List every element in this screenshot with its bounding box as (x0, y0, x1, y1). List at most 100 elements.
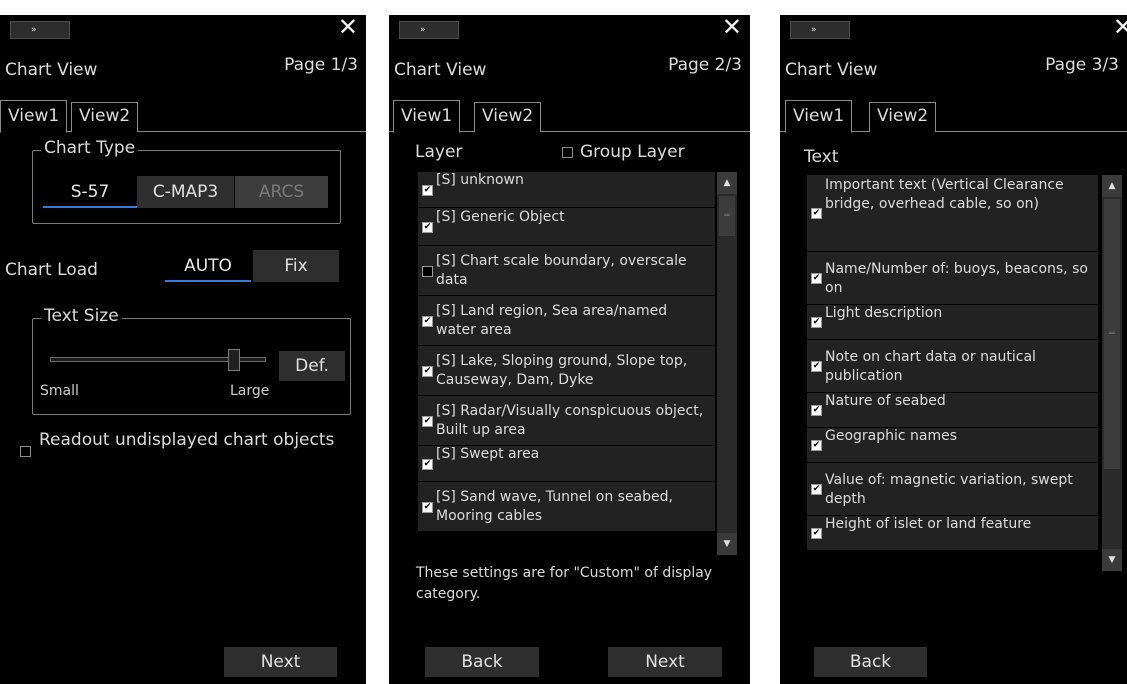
checked-checkbox-icon[interactable]: ✔ (811, 528, 822, 539)
text-section-label: Text (804, 147, 839, 167)
text-option-row[interactable]: ✔ Value of: magnetic variation, swept dep… (807, 463, 1098, 516)
checked-checkbox-icon[interactable]: ✔ (422, 459, 433, 470)
layer-label: [S] Land region, Sea area/named water ar… (436, 303, 668, 338)
page-indicator: Page 1/3 (284, 55, 358, 75)
scroll-down-icon[interactable]: ▼ (717, 533, 737, 555)
tab-view2[interactable]: View2 (869, 102, 937, 132)
chart-load-auto-button[interactable]: AUTO (165, 250, 251, 282)
layer-row[interactable]: ✔ [S] Lake, Sloping ground, Slope top, Ca… (418, 346, 715, 396)
group-layer-checkbox[interactable] (562, 147, 573, 158)
text-list-scrollbar[interactable]: ▲ ═ ▼ (1102, 175, 1122, 571)
text-option-row[interactable]: ✔ Nature of seabed (807, 393, 1098, 428)
chart-load-label: Chart Load (5, 260, 98, 280)
back-button[interactable]: Back (425, 647, 539, 677)
checked-checkbox-icon[interactable]: ✔ (811, 405, 822, 416)
checked-checkbox-icon[interactable]: ✔ (811, 317, 822, 328)
chart-type-legend: Chart Type (41, 138, 139, 158)
text-option-row[interactable]: ✔ Important text (Vertical Clearance brid… (807, 175, 1098, 252)
tab-view1[interactable]: View1 (0, 100, 68, 133)
text-option-label: Name/Number of: buoys, beacons, so on (825, 261, 1088, 296)
layer-list: ✔ [S] unknown ✔ [S] Generic Object [S] Chart… (418, 172, 715, 555)
text-option-row[interactable]: ✔ Note on chart data or nautical publicat… (807, 340, 1098, 393)
layer-label: [S] Sand wave, Tunnel on seabed, Mooring… (436, 489, 673, 524)
layer-row[interactable]: ✔ [S] unknown (418, 172, 715, 208)
text-option-row[interactable]: ✔ Height of islet or land feature (807, 516, 1098, 551)
back-button[interactable]: Back (814, 647, 927, 677)
checked-checkbox-icon[interactable]: ✔ (811, 273, 822, 284)
expand-button[interactable]: » (790, 21, 850, 39)
panel-topbar: » ✕ (780, 13, 1127, 43)
readout-label: Readout undisplayed chart objects (39, 430, 335, 450)
close-icon[interactable]: ✕ (338, 13, 358, 41)
layer-label: [S] Lake, Sloping ground, Slope top, Cau… (436, 353, 688, 388)
chart-load-fix-button[interactable]: Fix (253, 250, 339, 282)
text-option-row[interactable]: ✔ Light description (807, 305, 1098, 340)
group-layer-label: Group Layer (580, 142, 685, 162)
layer-row[interactable]: ✔ [S] Radar/Visually conspicuous object, … (418, 396, 715, 446)
text-options-list: ✔ Important text (Vertical Clearance brid… (807, 175, 1098, 571)
checked-checkbox-icon[interactable]: ✔ (811, 484, 822, 495)
layer-list-scrollbar[interactable]: ▲ ═ ▼ (717, 172, 737, 555)
layer-label: [S] Radar/Visually conspicuous object, B… (436, 403, 704, 438)
checked-checkbox-icon[interactable]: ✔ (422, 416, 433, 427)
page-indicator: Page 3/3 (1045, 55, 1119, 75)
layer-label: [S] Generic Object (436, 209, 565, 225)
view-tabs: View1 View2 (0, 100, 366, 133)
chart-type-arcs-button: ARCS (235, 176, 328, 208)
chart-type-s57-button[interactable]: S-57 (43, 176, 137, 208)
unchecked-checkbox-icon[interactable] (422, 266, 433, 277)
layer-row[interactable]: ✔ [S] Swept area (418, 446, 715, 482)
chart-view-panel-page-2: » ✕ Chart View Page 2/3 View1 View2 Laye… (389, 13, 750, 684)
scrollbar-thumb[interactable]: ═ (1104, 199, 1120, 469)
layer-row[interactable]: [S] Chart scale boundary, overscale data (418, 246, 715, 296)
text-option-label: Note on chart data or nautical publicati… (825, 349, 1036, 384)
checked-checkbox-icon[interactable]: ✔ (422, 502, 433, 513)
scroll-up-icon[interactable]: ▲ (1102, 175, 1122, 197)
checked-checkbox-icon[interactable]: ✔ (422, 316, 433, 327)
checked-checkbox-icon[interactable]: ✔ (811, 208, 822, 219)
close-icon[interactable]: ✕ (722, 13, 742, 41)
text-size-slider-handle[interactable] (228, 349, 240, 371)
layer-row[interactable]: ✔ [S] Land region, Sea area/named water a… (418, 296, 715, 346)
text-option-label: Light description (825, 305, 943, 321)
tab-view1[interactable]: View1 (393, 100, 461, 133)
layer-row[interactable]: ✔ [S] Sand wave, Tunnel on seabed, Moorin… (418, 482, 715, 532)
scrollbar-thumb[interactable]: ═ (719, 196, 735, 236)
expand-button[interactable]: » (399, 21, 459, 39)
next-button[interactable]: Next (224, 647, 337, 677)
close-icon[interactable]: ✕ (1113, 13, 1127, 41)
view-tabs: View1 View2 (780, 100, 1127, 133)
double-chevron-icon: » (420, 25, 425, 35)
checked-checkbox-icon[interactable]: ✔ (811, 440, 822, 451)
tab-view2[interactable]: View2 (474, 102, 542, 132)
text-option-row[interactable]: ✔ Geographic names (807, 428, 1098, 463)
layer-label: [S] unknown (436, 172, 524, 188)
checked-checkbox-icon[interactable]: ✔ (422, 366, 433, 377)
text-size-group: Text Size Def. Small Large (32, 306, 351, 415)
panel-title: Chart View (394, 60, 487, 80)
expand-button[interactable]: » (10, 21, 70, 39)
layer-label: [S] Chart scale boundary, overscale data (436, 253, 687, 288)
double-chevron-icon: » (31, 25, 36, 35)
checked-checkbox-icon[interactable]: ✔ (422, 185, 433, 196)
scroll-up-icon[interactable]: ▲ (717, 172, 737, 194)
view-tabs: View1 View2 (389, 100, 750, 133)
chart-view-panel-page-3: » ✕ Chart View Page 3/3 View1 View2 Text… (780, 13, 1127, 684)
text-size-legend: Text Size (41, 306, 122, 326)
chart-view-panel-page-1: » ✕ Chart View Page 1/3 View1 View2 Char… (0, 13, 366, 684)
tab-view2[interactable]: View2 (71, 102, 139, 132)
slider-min-label: Small (40, 383, 79, 399)
checked-checkbox-icon[interactable]: ✔ (422, 222, 433, 233)
layer-row[interactable]: ✔ [S] Generic Object (418, 208, 715, 246)
default-text-size-button[interactable]: Def. (279, 351, 345, 381)
text-option-label: Important text (Vertical Clearance bridg… (825, 177, 1064, 212)
text-option-label: Geographic names (825, 428, 958, 444)
readout-checkbox[interactable] (20, 446, 31, 457)
text-option-row[interactable]: ✔ Name/Number of: buoys, beacons, so on (807, 252, 1098, 305)
chart-type-cmap3-button[interactable]: C-MAP3 (137, 176, 234, 208)
scroll-down-icon[interactable]: ▼ (1102, 549, 1122, 571)
checked-checkbox-icon[interactable]: ✔ (811, 361, 822, 372)
tab-view1[interactable]: View1 (785, 100, 853, 133)
layer-label: Layer (415, 142, 463, 162)
next-button[interactable]: Next (608, 647, 722, 677)
